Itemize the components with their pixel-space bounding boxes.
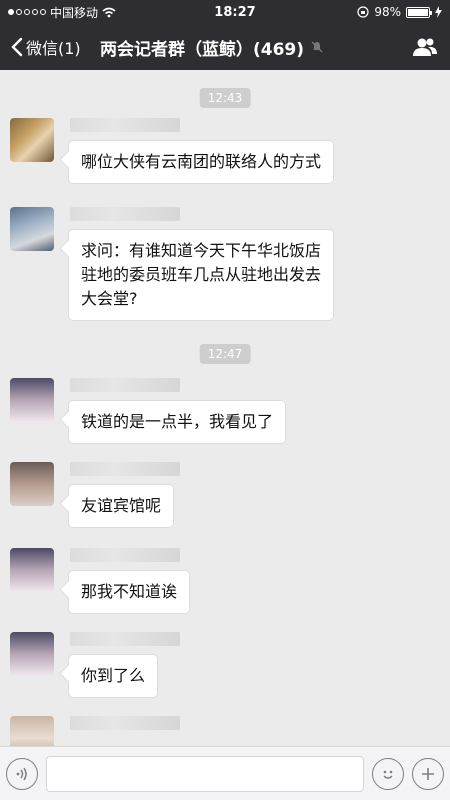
message-item: 友谊宾馆呢 bbox=[10, 462, 180, 528]
sender-name bbox=[70, 207, 180, 221]
signal-dots-icon bbox=[8, 9, 46, 15]
clock: 18:27 bbox=[214, 4, 256, 20]
message-item: 哪位大侠有云南团的联络人的方式 bbox=[10, 118, 335, 184]
timestamp: 12:47 bbox=[199, 344, 251, 364]
chat-title-text: 两会记者群（蓝鲸）(469) bbox=[100, 39, 305, 60]
message-input[interactable] bbox=[46, 755, 364, 792]
sender-name bbox=[70, 716, 180, 730]
battery-percent: 98% bbox=[374, 5, 401, 19]
plus-icon bbox=[422, 767, 434, 780]
avatar[interactable] bbox=[10, 118, 54, 162]
nav-bar: 微信(1) 两会记者群（蓝鲸）(469) bbox=[0, 24, 450, 70]
sender-name bbox=[70, 118, 180, 132]
avatar[interactable] bbox=[10, 548, 54, 592]
mute-icon bbox=[311, 41, 323, 53]
battery-icon bbox=[406, 6, 432, 18]
message-bubble[interactable]: 那我不知道诶 bbox=[68, 570, 191, 614]
group-members-button[interactable] bbox=[400, 36, 450, 58]
back-chevron-icon bbox=[11, 37, 23, 57]
wifi-icon bbox=[102, 7, 116, 17]
message-bubble[interactable]: 你到了么 bbox=[68, 654, 159, 698]
carrier-label: 中国移动 bbox=[50, 5, 99, 20]
message-bubble[interactable]: 铁道的是一点半，我看见了 bbox=[68, 400, 287, 444]
avatar[interactable] bbox=[10, 207, 54, 251]
group-members-icon bbox=[413, 38, 437, 56]
battery-fill bbox=[408, 8, 428, 16]
timestamp: 12:43 bbox=[199, 88, 251, 108]
avatar[interactable] bbox=[10, 632, 54, 676]
charging-icon bbox=[435, 6, 442, 18]
message-item bbox=[10, 716, 180, 746]
avatar[interactable] bbox=[10, 378, 54, 422]
status-bar: 中国移动 18:27 98% bbox=[0, 0, 450, 24]
message-item: 你到了么 bbox=[10, 632, 180, 698]
back-button[interactable]: 微信(1) bbox=[0, 35, 100, 59]
message-item: 铁道的是一点半，我看见了 bbox=[10, 378, 287, 444]
message-bubble[interactable]: 求问：有谁知道今天下午华北饭店 驻地的委员班车几点从驻地出发去 大会堂? bbox=[68, 229, 335, 321]
message-item: 求问：有谁知道今天下午华北饭店 驻地的委员班车几点从驻地出发去 大会堂? bbox=[10, 207, 335, 321]
sender-name bbox=[70, 462, 180, 476]
avatar[interactable] bbox=[10, 716, 54, 746]
voice-icon bbox=[16, 767, 27, 780]
avatar[interactable] bbox=[10, 462, 54, 506]
message-item: 那我不知道诶 bbox=[10, 548, 191, 614]
sender-name bbox=[70, 548, 180, 562]
more-button[interactable] bbox=[412, 757, 444, 790]
emoji-button[interactable] bbox=[372, 757, 404, 790]
voice-button[interactable] bbox=[6, 757, 38, 790]
sender-name bbox=[70, 632, 180, 646]
sender-name bbox=[70, 378, 180, 392]
chat-title: 两会记者群（蓝鲸）(469) bbox=[100, 35, 400, 60]
back-label: 微信(1) bbox=[26, 39, 81, 58]
rotation-lock-icon bbox=[357, 6, 369, 18]
message-bubble[interactable]: 哪位大侠有云南团的联络人的方式 bbox=[68, 140, 335, 184]
input-bar bbox=[0, 746, 450, 800]
emoji-icon bbox=[383, 770, 393, 779]
message-bubble[interactable]: 友谊宾馆呢 bbox=[68, 484, 175, 528]
chat-area: 12:43 哪位大侠有云南团的联络人的方式 求问：有谁知道今天下午华北饭店 驻地… bbox=[0, 70, 450, 746]
